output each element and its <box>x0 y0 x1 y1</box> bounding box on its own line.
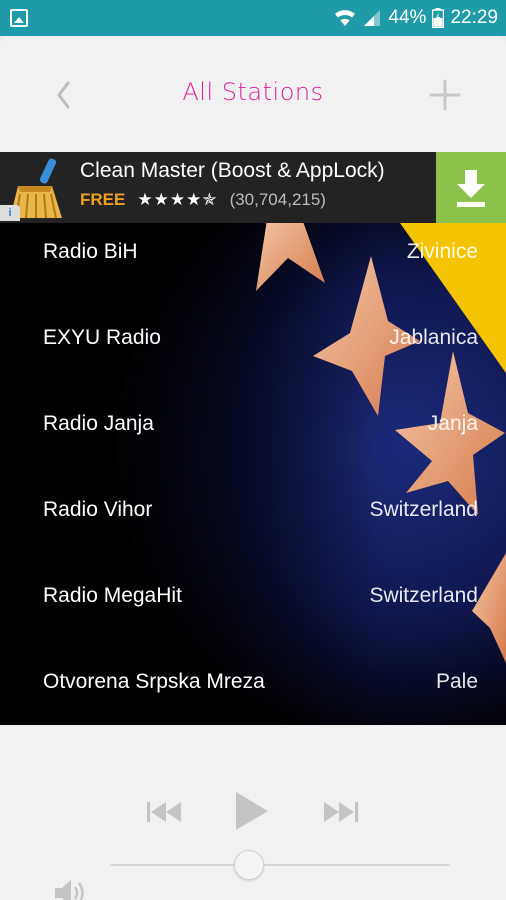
station-location: Switzerland <box>369 584 478 607</box>
station-row[interactable]: EXYU Radio Jablanica <box>0 309 506 395</box>
status-bar: 44% 22:29 <box>0 0 506 36</box>
station-list[interactable]: Radio BiH Zivinice EXYU Radio Jablanica Radi… <box>0 223 506 725</box>
station-location: Jablanica <box>389 326 478 349</box>
station-name: Radio Janja <box>43 412 154 435</box>
ad-banner[interactable]: i Clean Master (Boost & AppLock) FREE ★★… <box>0 152 506 223</box>
station-name: Radio BiH <box>43 240 138 263</box>
status-indicators: 44% 22:29 <box>334 6 498 30</box>
volume-icon[interactable] <box>52 877 88 900</box>
station-name: Radio MegaHit <box>43 584 182 607</box>
add-button[interactable] <box>428 78 462 112</box>
ad-meta: FREE ★★★★✯ (30,704,215) <box>80 190 326 210</box>
volume-thumb[interactable] <box>234 850 265 880</box>
previous-icon[interactable] <box>146 799 184 825</box>
ad-info-icon[interactable]: i <box>0 205 20 221</box>
ad-app-title: Clean Master (Boost & AppLock) <box>80 159 385 182</box>
ad-review-count: (30,704,215) <box>229 190 326 209</box>
ad-download-button[interactable] <box>436 152 506 223</box>
station-location: Pale <box>435 670 478 693</box>
station-row[interactable]: Radio Janja Janja <box>0 395 506 481</box>
station-name: EXYU Radio <box>43 326 161 349</box>
ad-rating-stars: ★★★★✯ <box>137 190 218 209</box>
station-row[interactable]: Radio MegaHit Switzerland <box>0 567 506 653</box>
station-row[interactable]: Radio Vihor Switzerland <box>0 481 506 567</box>
next-icon[interactable] <box>321 799 359 825</box>
gallery-notification-icon <box>10 9 28 27</box>
player-controls <box>0 725 506 900</box>
volume-slider[interactable] <box>110 850 450 880</box>
header: All Stations <box>0 36 506 152</box>
play-icon[interactable] <box>234 790 270 832</box>
ad-price: FREE <box>80 190 126 209</box>
station-location: Switzerland <box>369 498 478 521</box>
clock: 22:29 <box>450 7 498 28</box>
wifi-icon <box>335 10 356 26</box>
main-card: All Stations i Clean Master (Boost & App… <box>0 36 506 900</box>
station-name: Radio Vihor <box>43 498 153 521</box>
station-location: Janja <box>427 412 478 435</box>
station-row[interactable]: Otvorena Srpska Mreza Pale <box>0 653 506 725</box>
station-location: Zivinice <box>406 240 478 263</box>
battery-percent: 44% <box>388 7 427 28</box>
download-icon <box>457 170 485 207</box>
station-row[interactable]: Radio BiH Zivinice <box>0 223 506 309</box>
volume-track <box>110 864 450 866</box>
station-name: Otvorena Srpska Mreza <box>43 670 265 693</box>
signal-icon <box>364 10 381 26</box>
battery-charging-icon <box>432 8 445 28</box>
